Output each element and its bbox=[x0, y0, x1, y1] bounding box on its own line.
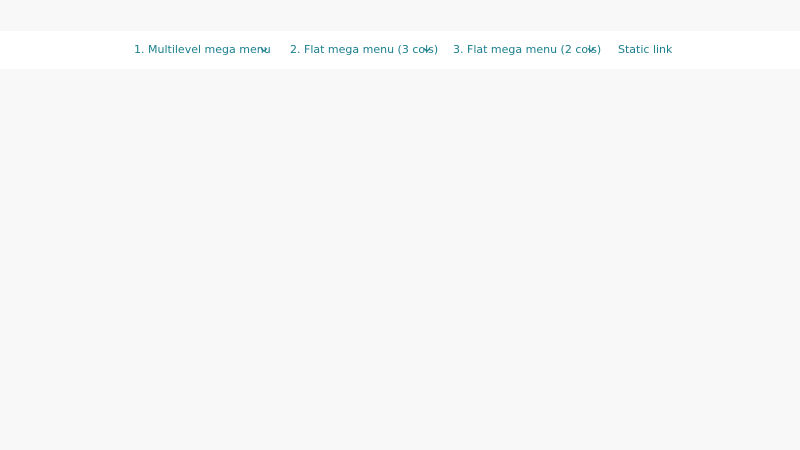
nav-item-flat-mega-menu-2-cols[interactable]: 3. Flat mega menu (2 cols) bbox=[453, 31, 601, 69]
nav-item-flat-mega-menu-3-cols[interactable]: 2. Flat mega menu (3 cols) bbox=[290, 31, 438, 69]
static-link[interactable]: Static link bbox=[618, 31, 672, 69]
nav-item-label[interactable]: 2. Flat mega menu (3 cols) bbox=[290, 31, 438, 69]
chevron-down-icon[interactable] bbox=[260, 46, 268, 54]
nav-item-label[interactable]: 1. Multilevel mega menu bbox=[134, 31, 271, 69]
nav-item-label[interactable]: 3. Flat mega menu (2 cols) bbox=[453, 31, 601, 69]
page: 1. Multilevel mega menu 2. Flat mega men… bbox=[0, 0, 800, 450]
top-navbar: 1. Multilevel mega menu 2. Flat mega men… bbox=[0, 31, 800, 69]
chevron-down-icon[interactable] bbox=[423, 46, 431, 54]
nav-item-multilevel-mega-menu[interactable]: 1. Multilevel mega menu bbox=[134, 31, 271, 69]
nav-menu: 1. Multilevel mega menu 2. Flat mega men… bbox=[0, 31, 800, 69]
chevron-down-icon[interactable] bbox=[587, 46, 595, 54]
nav-item-static-link[interactable]: Static link bbox=[618, 31, 672, 69]
